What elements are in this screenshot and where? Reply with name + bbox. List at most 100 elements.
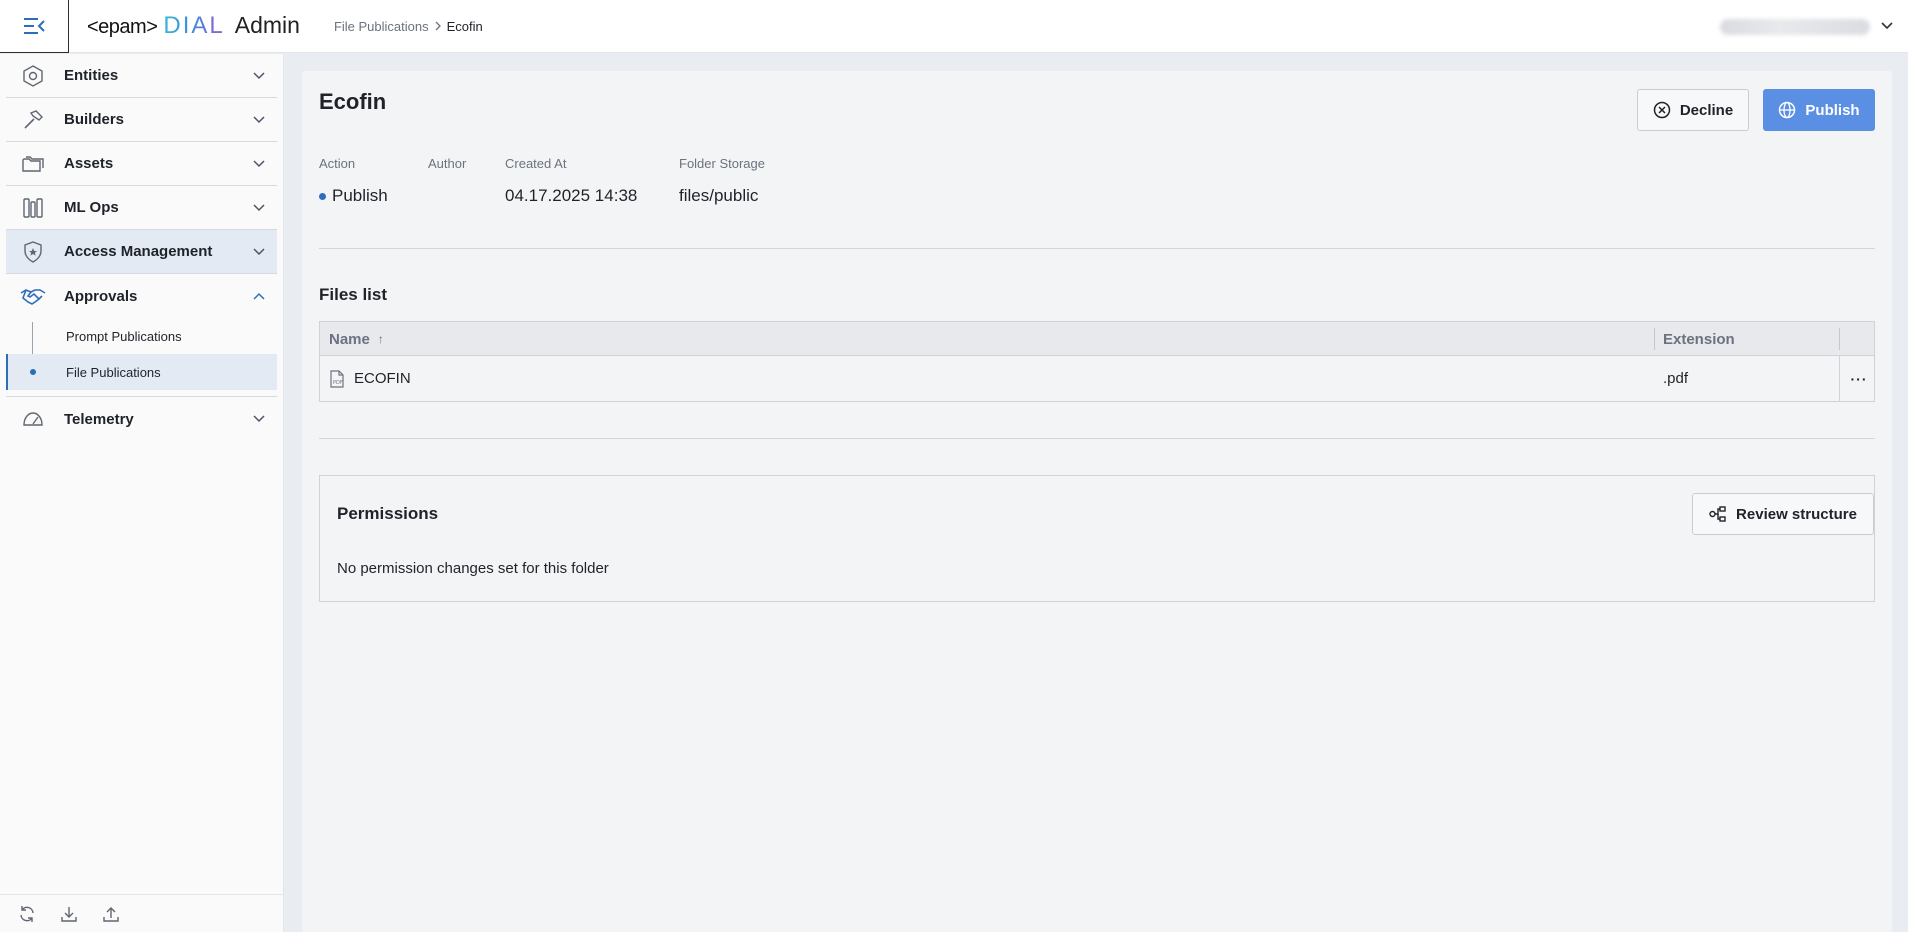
files-list-title: Files list [319, 285, 388, 304]
meta-action: Action Publish [319, 156, 388, 206]
structure-icon [1709, 506, 1726, 522]
gauge-icon [20, 406, 46, 432]
column-header-name[interactable]: Name ↑ [329, 322, 384, 356]
sidebar: Entities Builders Assets ML Ops Access M… [0, 54, 284, 932]
permissions-panel: Permissions Review structure No permissi… [319, 475, 1875, 602]
globe-icon [1779, 101, 1796, 119]
handshake-icon [20, 283, 46, 309]
sidebar-subitem-prompt-publications[interactable]: Prompt Publications [6, 318, 277, 358]
sidebar-item-assets[interactable]: Assets [6, 142, 277, 186]
sidebar-subitem-file-publications[interactable]: File Publications [6, 354, 277, 390]
status-dot-icon [319, 192, 326, 200]
chevron-down-icon [251, 200, 267, 216]
chevron-down-icon [1880, 18, 1894, 36]
sidebar-item-label: Entities [64, 67, 119, 84]
publish-button-label: Publish [1805, 101, 1860, 119]
column-header-label: Name [329, 330, 370, 348]
main-panel: Ecofin Decline Publish Action Publish Au… [302, 71, 1892, 932]
sidebar-item-access-management[interactable]: Access Management [6, 230, 277, 274]
sidebar-nav: Entities Builders Assets ML Ops Access M… [0, 54, 283, 441]
chevron-up-icon [251, 288, 267, 304]
sidebar-subitem-label: File Publications [66, 364, 161, 380]
review-structure-button[interactable]: Review structure [1692, 493, 1874, 535]
sidebar-item-telemetry[interactable]: Telemetry [6, 397, 277, 441]
more-actions-button[interactable]: ··· [1840, 356, 1878, 401]
divider [319, 438, 1875, 439]
storage-value: files/public [679, 186, 759, 205]
sidebar-item-label: ML Ops [64, 199, 119, 216]
shield-star-icon [20, 239, 46, 265]
chevron-down-icon [251, 112, 267, 128]
meta-value: Publish [319, 186, 388, 206]
sidebar-item-approvals[interactable]: Approvals [6, 274, 277, 318]
review-structure-label: Review structure [1736, 505, 1857, 523]
logo-admin: Admin [234, 12, 300, 38]
column-resizer[interactable] [1839, 328, 1840, 350]
meta-label: Author [428, 156, 467, 171]
upload-icon[interactable] [100, 903, 122, 925]
meta-label: Action [319, 156, 356, 171]
breadcrumb: File Publications Ecofin [334, 18, 483, 34]
sidebar-item-builders[interactable]: Builders [6, 98, 277, 142]
meta-created-at: Created At 04.17.2025 14:38 [505, 156, 637, 206]
divider [319, 248, 1875, 249]
top-header: <epam> DIAL Admin File Publications Ecof… [0, 0, 1908, 53]
chevron-down-icon [251, 411, 267, 427]
sidebar-item-label: Access Management [64, 243, 213, 260]
logo-epam: <epam> [87, 16, 158, 38]
avatar [1720, 18, 1870, 35]
sidebar-item-entities[interactable]: Entities [6, 54, 277, 98]
publish-button[interactable]: Publish [1763, 89, 1875, 131]
decline-button[interactable]: Decline [1637, 89, 1749, 131]
column-header-label: Extension [1663, 330, 1735, 348]
more-horizontal-icon: ··· [1850, 370, 1868, 387]
file-name: ECOFIN [354, 370, 411, 387]
meta-label: Folder Storage [679, 156, 765, 171]
sidebar-item-label: Approvals [64, 287, 138, 305]
sidebar-subitem-label: Prompt Publications [66, 328, 182, 344]
menu-toggle-button[interactable] [0, 0, 69, 53]
menu-collapse-icon [24, 17, 45, 34]
permissions-empty-text: No permission changes set for this folde… [337, 560, 609, 577]
file-name-cell: PDF ECOFIN [329, 356, 411, 401]
chevron-down-icon [251, 68, 267, 84]
refresh-icon[interactable] [16, 903, 38, 925]
tree-line [32, 322, 33, 358]
column-header-extension[interactable]: Extension [1663, 322, 1735, 356]
sidebar-item-label: Assets [64, 155, 114, 172]
folders-icon [20, 151, 46, 177]
download-icon[interactable] [58, 903, 80, 925]
mlops-icon [20, 195, 46, 221]
sort-asc-icon: ↑ [377, 332, 384, 346]
pdf-file-icon: PDF [330, 369, 344, 388]
chevron-down-icon [251, 156, 267, 172]
permissions-title: Permissions [337, 504, 439, 523]
meta-folder-storage: Folder Storage files/public [679, 156, 765, 206]
file-extension: .pdf [1663, 370, 1689, 387]
sidebar-footer [0, 894, 284, 932]
chevron-right-icon [434, 18, 442, 34]
hammer-icon [20, 107, 46, 133]
action-value: Publish [332, 186, 388, 205]
sidebar-item-label: Telemetry [64, 410, 134, 428]
hexagon-icon [20, 63, 46, 89]
page-title: Ecofin [319, 89, 387, 114]
column-resizer[interactable] [1654, 328, 1655, 350]
table-row[interactable]: PDF ECOFIN .pdf ··· [320, 356, 1874, 402]
app-logo[interactable]: <epam> DIAL Admin [87, 12, 300, 40]
table-header: Name ↑ Extension [320, 322, 1874, 356]
meta-author: Author [428, 156, 466, 186]
active-dot-icon [30, 369, 36, 375]
svg-text:PDF: PDF [333, 380, 343, 386]
breadcrumb-parent-link[interactable]: File Publications [334, 19, 429, 34]
files-table: Name ↑ Extension PDF ECOFIN .pdf ··· [319, 321, 1875, 402]
meta-label: Created At [505, 156, 567, 171]
user-menu[interactable] [1720, 0, 1894, 53]
breadcrumb-current: Ecofin [446, 18, 483, 34]
decline-button-label: Decline [1679, 101, 1734, 119]
close-circle-icon [1653, 101, 1671, 119]
sidebar-item-ml-ops[interactable]: ML Ops [6, 186, 277, 230]
chevron-down-icon [251, 244, 267, 260]
logo-dial: DIAL [163, 12, 225, 39]
sidebar-item-label: Builders [64, 111, 125, 128]
